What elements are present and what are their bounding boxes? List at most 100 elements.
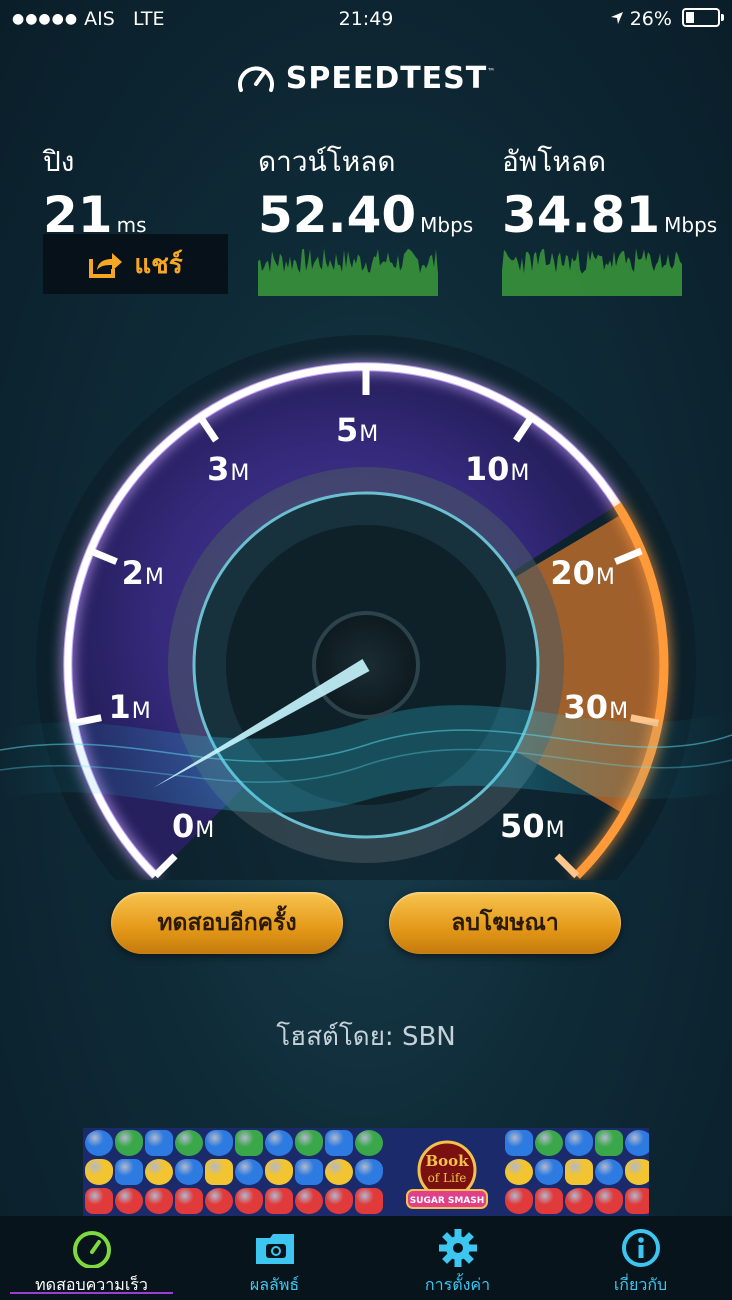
ad-candy: [325, 1130, 353, 1156]
ad-candy: [235, 1159, 263, 1185]
ad-candy: [85, 1130, 113, 1156]
ad-candy: [565, 1159, 593, 1185]
tab-about-label: เกี่ยวกับ: [613, 1275, 668, 1294]
ad-candy: [625, 1159, 649, 1185]
ad-candy: [355, 1159, 383, 1185]
ad-candy: [265, 1130, 293, 1156]
download-metric: ดาวน์โหลด 52.40 Mbps: [258, 140, 473, 240]
ad-candy: [295, 1130, 323, 1156]
tab-results-label: ผลลัพธ์: [249, 1275, 300, 1294]
ad-candy: [535, 1159, 563, 1185]
ad-candy: [325, 1159, 353, 1185]
host-info: โฮสต์โดย: SBN: [276, 1022, 456, 1052]
download-value: 52.40: [258, 186, 417, 244]
app-title: SPEEDTEST: [285, 61, 488, 96]
ad-candy: [205, 1130, 233, 1156]
download-unit: Mbps: [420, 213, 474, 237]
speedtest-logo-icon: [237, 66, 274, 92]
ad-candy: [595, 1188, 623, 1214]
ad-candy: [265, 1188, 293, 1214]
battery-percent: 26%: [629, 8, 672, 30]
ad-candy: [145, 1159, 173, 1185]
gauge-label-2M: 2M: [121, 554, 164, 593]
share-icon: [89, 253, 123, 278]
status-bar: ●●●●● AIS LTE 21:49 26%: [0, 0, 732, 38]
gauge-graphic: [0, 335, 732, 995]
ad-candy: [205, 1188, 233, 1214]
gauge-label-1M: 1M: [108, 688, 151, 727]
ad-candy: [505, 1188, 533, 1214]
ad-candy: [505, 1130, 533, 1156]
ping-label: ปิง: [43, 145, 75, 178]
upload-label: อัพโหลด: [502, 145, 607, 178]
ad-candy: [145, 1188, 173, 1214]
ad-candy: [295, 1159, 323, 1185]
ad-candy: [505, 1159, 533, 1185]
ad-candy: [145, 1130, 173, 1156]
ad-title-line1: Book: [425, 1152, 469, 1170]
ad-candy: [355, 1188, 383, 1214]
ad-candy: [625, 1188, 649, 1214]
ad-candy: [85, 1188, 113, 1214]
upload-unit: Mbps: [664, 213, 718, 237]
tab-bar: ทดสอบความเร็ว ผลลัพธ์ การตั้งค่า เกี่ยวก…: [0, 1216, 732, 1300]
tab-settings[interactable]: การตั้งค่า: [366, 1216, 549, 1300]
ad-candy: [595, 1159, 623, 1185]
status-right: 26%: [610, 8, 724, 30]
ad-candy: [265, 1159, 293, 1185]
info-icon: [621, 1229, 660, 1267]
tab-about[interactable]: เกี่ยวกับ: [549, 1216, 732, 1300]
gauge-label-5M: 5M: [336, 411, 379, 449]
gauge-label-30M: 30M: [563, 688, 629, 727]
ad-candy: [235, 1188, 263, 1214]
tab-speedtest-label: ทดสอบความเร็ว: [35, 1275, 148, 1294]
ad-candy: [115, 1159, 143, 1185]
ad-candy: [115, 1130, 143, 1156]
gauge-label-20M: 20M: [550, 554, 615, 593]
ad-candy: [535, 1188, 563, 1214]
ad-candy: [175, 1188, 203, 1214]
ad-candy: [175, 1130, 203, 1156]
share-label: แชร์: [134, 249, 183, 280]
ad-candy: [355, 1130, 383, 1156]
location-icon: [610, 8, 630, 30]
ad-candy: [565, 1130, 593, 1156]
ad-candy: [535, 1130, 563, 1156]
ad-banner[interactable]: Book of Life SUGAR SMASH: [83, 1128, 649, 1216]
tab-results[interactable]: ผลลัพธ์: [183, 1216, 366, 1300]
download-graph: [258, 248, 438, 296]
gauge-label-10M: 10M: [464, 450, 530, 489]
ad-title-line2: of Life: [428, 1171, 467, 1185]
remove-ads-button[interactable]: ลบโฆษณา: [389, 892, 621, 954]
tab-settings-label: การตั้งค่า: [424, 1275, 491, 1294]
ad-candy: [565, 1188, 593, 1214]
ad-candy: [295, 1188, 323, 1214]
share-button[interactable]: แชร์: [43, 234, 228, 294]
speed-gauge: 0M 1M 2M 3M 5M 10M 20M 30M 50M: [0, 320, 732, 995]
ad-subtitle: SUGAR SMASH: [410, 1196, 485, 1206]
upload-value: 34.81: [502, 186, 661, 244]
gauge-label-3M: 3M: [207, 450, 250, 489]
ad-candy: [595, 1130, 623, 1156]
ad-candy: [85, 1159, 113, 1185]
trademark: ™: [487, 67, 497, 76]
ad-candy: [325, 1188, 353, 1214]
ad-logo: Book of Life SUGAR SMASH: [406, 1140, 488, 1209]
ad-candy: [625, 1130, 649, 1156]
gear-icon: [438, 1229, 477, 1267]
tab-speedtest[interactable]: ทดสอบความเร็ว: [0, 1216, 183, 1300]
ad-candy: [235, 1130, 263, 1156]
retest-button[interactable]: ทดสอบอีกครั้ง: [111, 892, 343, 954]
upload-metric: อัพโหลด 34.81 Mbps: [502, 140, 717, 240]
ad-candy: [205, 1159, 233, 1185]
app-logo: SPEEDTEST™: [0, 60, 732, 96]
ad-candy: [115, 1188, 143, 1214]
battery-icon: [682, 8, 724, 27]
download-label: ดาวน์โหลด: [258, 145, 396, 178]
folder-icon: [255, 1234, 294, 1264]
gauge-label-50M: 50M: [500, 807, 565, 846]
speedometer-icon: [72, 1231, 111, 1269]
gauge-label-0M: 0M: [171, 807, 215, 846]
ad-candy: [175, 1159, 203, 1185]
ping-metric: ปิง 21 ms: [43, 140, 147, 240]
